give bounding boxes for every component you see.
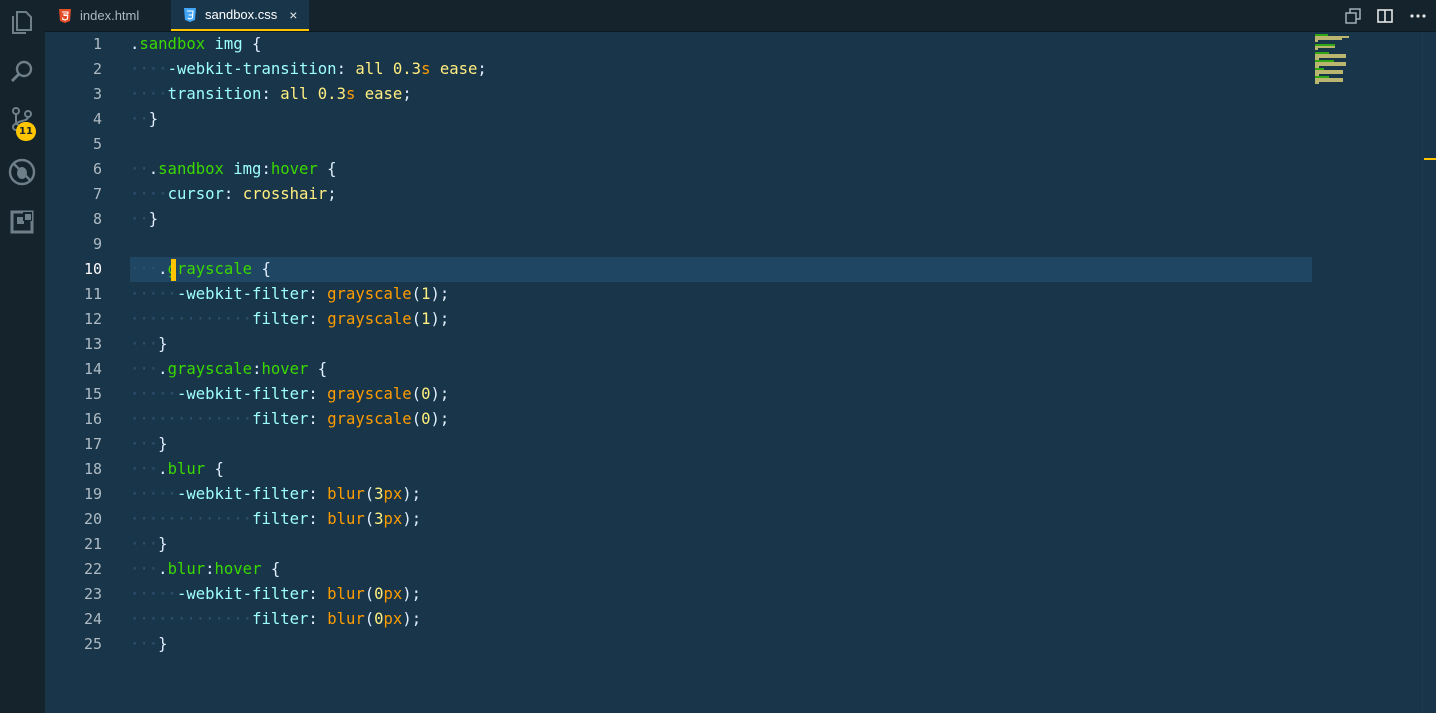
line-number: 6 (92, 160, 102, 178)
code-line[interactable]: ···} (130, 332, 1312, 357)
close-tab-icon[interactable]: × (289, 7, 297, 23)
code-line[interactable]: .sandbox img { (130, 32, 1312, 57)
explorer-icon[interactable] (7, 7, 37, 37)
source-control-badge: 11 (16, 122, 36, 141)
minimap[interactable] (1313, 32, 1423, 92)
line-number: 2 (92, 60, 102, 78)
code-line[interactable]: ····cursor: crosshair; (130, 182, 1312, 207)
line-number: 20 (83, 510, 102, 528)
code-line[interactable]: ··} (130, 207, 1312, 232)
line-number: 15 (83, 385, 102, 403)
line-number: 1 (92, 35, 102, 53)
code-line[interactable]: ·············filter: blur(3px); (130, 507, 1312, 532)
line-number: 25 (83, 635, 102, 653)
extensions-icon[interactable] (7, 207, 37, 237)
line-number: 19 (83, 485, 102, 503)
line-number: 9 (92, 235, 102, 253)
code-line[interactable]: ··} (130, 107, 1312, 132)
line-number: 14 (83, 360, 102, 378)
line-number: 24 (83, 610, 102, 628)
line-number: 16 (83, 410, 102, 428)
code-line[interactable]: ·····-webkit-filter: blur(0px); (130, 582, 1312, 607)
line-number: 22 (83, 560, 102, 578)
open-changes-icon[interactable] (1344, 7, 1362, 25)
code-line[interactable]: ·····-webkit-filter: grayscale(0); (130, 382, 1312, 407)
line-number: 8 (92, 210, 102, 228)
code-line[interactable]: ···} (130, 532, 1312, 557)
code-line[interactable]: ·············filter: blur(0px); (130, 607, 1312, 632)
minimap-line (1315, 48, 1318, 50)
activity-bar: 11 (0, 0, 45, 713)
code-line[interactable]: ····-webkit-transition: all 0.3s ease; (130, 57, 1312, 82)
more-actions-icon[interactable] (1409, 7, 1427, 25)
minimap-line (1315, 72, 1343, 74)
line-number: 3 (92, 85, 102, 103)
code-line[interactable]: ·············filter: grayscale(0); (130, 407, 1312, 432)
code-line[interactable]: ···} (130, 432, 1312, 457)
code-line[interactable]: ···.blur:hover { (130, 557, 1312, 582)
code-line[interactable]: ···} (130, 632, 1312, 657)
line-number: 17 (83, 435, 102, 453)
minimap-line (1315, 40, 1318, 42)
line-number: 10 (83, 260, 102, 278)
tab-bar: index.html sandbox.css × (45, 0, 1436, 32)
vertical-scrollbar[interactable] (1422, 32, 1423, 713)
minimap-line (1315, 82, 1319, 84)
editor[interactable]: 1 2 3 4 5 6 7 8 9 10 11 12 13 14 15 16 17 18 19 20 21 22 23 24 2… (45, 32, 1436, 713)
code-line[interactable]: ···.blur { (130, 457, 1312, 482)
text-cursor (171, 259, 176, 281)
minimap-line (1315, 38, 1342, 40)
debug-icon[interactable] (7, 157, 37, 187)
code-line[interactable]: ···.grayscale:hover { (130, 357, 1312, 382)
line-number: 5 (92, 135, 102, 153)
split-editor-icon[interactable] (1376, 7, 1394, 25)
minimap-line (1315, 80, 1343, 82)
minimap-line (1315, 64, 1346, 66)
search-icon[interactable] (7, 57, 37, 87)
line-number: 23 (83, 585, 102, 603)
line-number: 18 (83, 460, 102, 478)
code-line[interactable]: ·····-webkit-filter: grayscale(1); (130, 282, 1312, 307)
tab-index-html[interactable]: index.html (45, 0, 171, 31)
line-number: 21 (83, 535, 102, 553)
tab-label: index.html (80, 8, 140, 23)
code-line[interactable]: ····transition: all 0.3s ease; (130, 82, 1312, 107)
line-number: 12 (83, 310, 102, 328)
minimap-line (1315, 46, 1335, 48)
css3-icon (183, 7, 197, 22)
tab-sandbox-css[interactable]: sandbox.css × (171, 0, 309, 31)
scrollbar-cursor-marker (1424, 158, 1436, 160)
minimap-line (1315, 56, 1346, 58)
code-line[interactable] (130, 132, 1312, 157)
code-line[interactable]: ··.sandbox img:hover { (130, 157, 1312, 182)
code-line[interactable] (130, 232, 1312, 257)
line-number: 4 (92, 110, 102, 128)
code-line[interactable]: ·············filter: grayscale(1); (130, 307, 1312, 332)
line-number: 13 (83, 335, 102, 353)
code-line[interactable]: ·····-webkit-filter: blur(3px); (130, 482, 1312, 507)
line-number: 11 (83, 285, 102, 303)
tab-label: sandbox.css (205, 7, 278, 22)
line-number: 7 (92, 185, 102, 203)
html5-icon (58, 8, 72, 23)
code-line[interactable]: ···.grayscale { (130, 257, 1312, 282)
